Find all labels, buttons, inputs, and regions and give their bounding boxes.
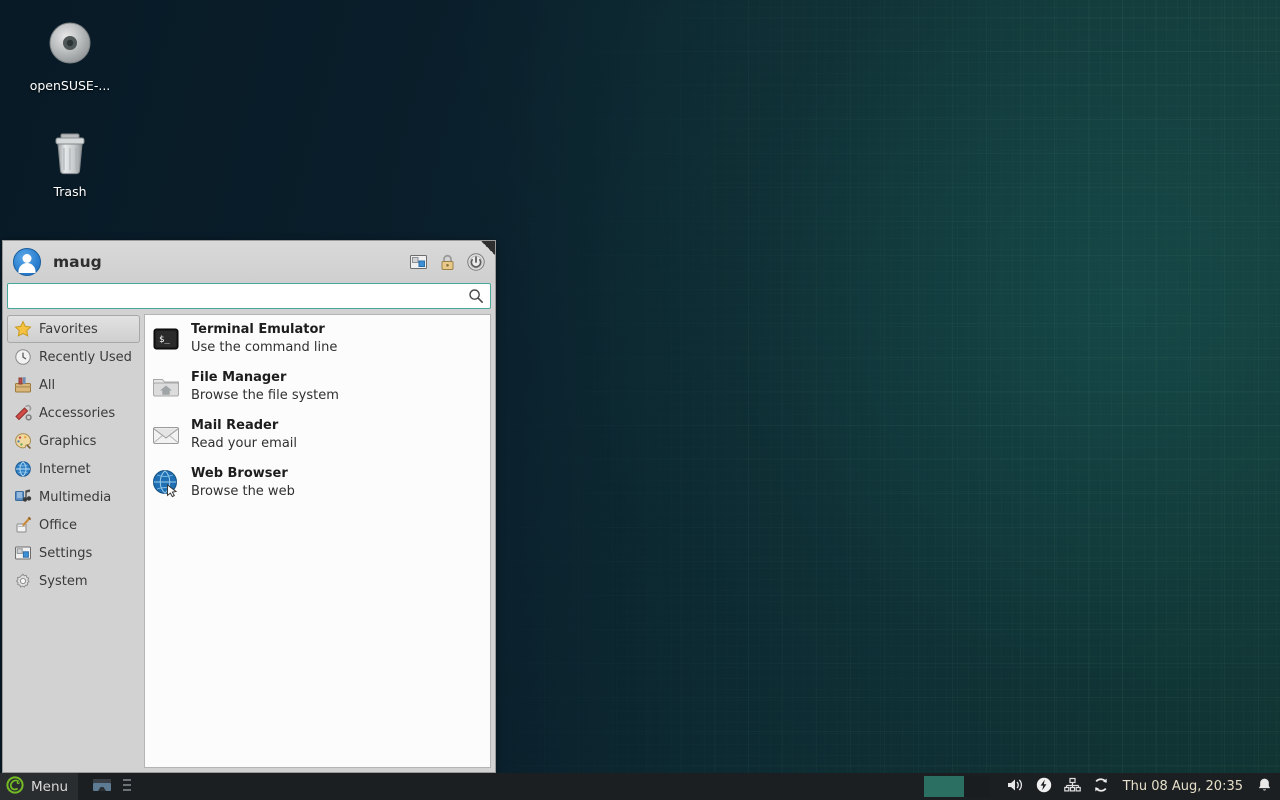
accessories-icon xyxy=(14,404,32,422)
search-row xyxy=(3,283,495,314)
workspace-1[interactable] xyxy=(924,776,964,797)
sidebar-item-label: Accessories xyxy=(39,406,115,421)
sidebar-item-favorites[interactable]: Favorites xyxy=(7,315,140,343)
sidebar-item-label: All xyxy=(39,378,55,393)
start-menu-button[interactable]: Menu xyxy=(0,773,78,800)
start-menu-label: Menu xyxy=(31,779,68,795)
power-manager-icon[interactable] xyxy=(1036,777,1052,797)
list-item[interactable]: Mail Reader Read your email xyxy=(145,411,490,459)
category-list[interactable]: Favorites Recently Used xyxy=(7,314,140,768)
sidebar-item-all[interactable]: All xyxy=(7,371,140,399)
svg-text:$_: $_ xyxy=(159,335,170,345)
sidebar-item-label: Office xyxy=(39,518,77,533)
sidebar-item-accessories[interactable]: Accessories xyxy=(7,399,140,427)
resize-grip[interactable] xyxy=(481,241,495,255)
clock-icon xyxy=(14,348,32,366)
sidebar-item-system[interactable]: System xyxy=(7,567,140,595)
settings-panel-icon[interactable] xyxy=(407,251,429,273)
office-icon xyxy=(14,516,32,534)
desktop[interactable]: openSUSE-... Trash xyxy=(0,0,1280,800)
sidebar-item-label: Multimedia xyxy=(39,490,111,505)
sidebar-item-multimedia[interactable]: Multimedia xyxy=(7,483,140,511)
list-item-title: Terminal Emulator xyxy=(191,321,337,339)
folder-home-icon xyxy=(151,372,181,402)
clock-area[interactable]: Thu 08 Aug, 20:35 xyxy=(1119,777,1280,797)
system-tray[interactable] xyxy=(996,777,1119,797)
list-item-title: File Manager xyxy=(191,369,339,387)
update-sync-icon[interactable] xyxy=(1093,777,1109,797)
list-item-title: Web Browser xyxy=(191,465,295,483)
list-item[interactable]: File Manager Browse the file system xyxy=(145,363,490,411)
sidebar-item-label: Settings xyxy=(39,546,92,561)
sidebar-item-label: System xyxy=(39,574,87,589)
multimedia-icon xyxy=(14,488,32,506)
list-item[interactable]: Web Browser Browse the web xyxy=(145,459,490,507)
search-icon xyxy=(468,288,484,308)
toolbox-icon xyxy=(14,376,32,394)
menu-body: Favorites Recently Used xyxy=(3,314,495,772)
globe-icon xyxy=(14,460,32,478)
avatar xyxy=(13,248,41,276)
settings-panel-icon xyxy=(14,544,32,562)
search-input[interactable] xyxy=(8,284,490,308)
list-item[interactable]: $_ Terminal Emulator Use the command lin… xyxy=(145,315,490,363)
sidebar-item-office[interactable]: Office xyxy=(7,511,140,539)
list-icon[interactable] xyxy=(122,777,132,797)
list-item-description: Browse the file system xyxy=(191,387,339,405)
application-list[interactable]: $_ Terminal Emulator Use the command lin… xyxy=(144,314,491,768)
opensuse-geeko-icon xyxy=(6,776,24,798)
taskbar[interactable]: Menu xyxy=(0,773,1280,800)
desktop-icon-label: openSUSE-... xyxy=(28,78,113,93)
menu-header-buttons xyxy=(407,251,487,273)
sidebar-item-internet[interactable]: Internet xyxy=(7,455,140,483)
sidebar-item-label: Internet xyxy=(39,462,91,477)
palette-icon xyxy=(14,432,32,450)
sidebar-item-label: Recently Used xyxy=(39,350,132,365)
username-label: maug xyxy=(53,253,102,271)
clock[interactable]: Thu 08 Aug, 20:35 xyxy=(1119,779,1247,794)
sidebar-item-graphics[interactable]: Graphics xyxy=(7,427,140,455)
desktop-icon-trash[interactable]: Trash xyxy=(16,126,124,199)
network-icon[interactable] xyxy=(1064,777,1081,797)
desktop-icon-opensuse-disc[interactable]: openSUSE-... xyxy=(16,20,124,93)
workspace-switcher[interactable] xyxy=(924,776,990,797)
list-item-description: Use the command line xyxy=(191,339,337,357)
sidebar-item-settings[interactable]: Settings xyxy=(7,539,140,567)
trash-icon xyxy=(16,126,124,178)
gear-icon xyxy=(14,572,32,590)
window-buttons[interactable] xyxy=(78,777,132,797)
sidebar-item-label: Graphics xyxy=(39,434,96,449)
optical-disc-icon xyxy=(16,20,124,72)
sidebar-item-label: Favorites xyxy=(39,322,98,337)
workspace-2[interactable] xyxy=(964,776,990,797)
list-item-title: Mail Reader xyxy=(191,417,297,435)
star-icon xyxy=(14,320,32,338)
window-icon[interactable] xyxy=(92,777,112,797)
application-menu-window[interactable]: maug xyxy=(2,240,496,773)
web-globe-icon xyxy=(151,468,181,498)
volume-icon[interactable] xyxy=(1006,777,1024,797)
bell-icon[interactable] xyxy=(1257,777,1272,797)
desktop-icon-label: Trash xyxy=(51,184,88,199)
list-item-description: Read your email xyxy=(191,435,297,453)
terminal-icon: $_ xyxy=(151,324,181,354)
lock-screen-icon[interactable] xyxy=(436,251,458,273)
search-box[interactable] xyxy=(7,283,491,309)
sidebar-item-recently-used[interactable]: Recently Used xyxy=(7,343,140,371)
menu-header: maug xyxy=(3,241,495,283)
list-item-description: Browse the web xyxy=(191,483,295,501)
envelope-icon xyxy=(151,420,181,450)
